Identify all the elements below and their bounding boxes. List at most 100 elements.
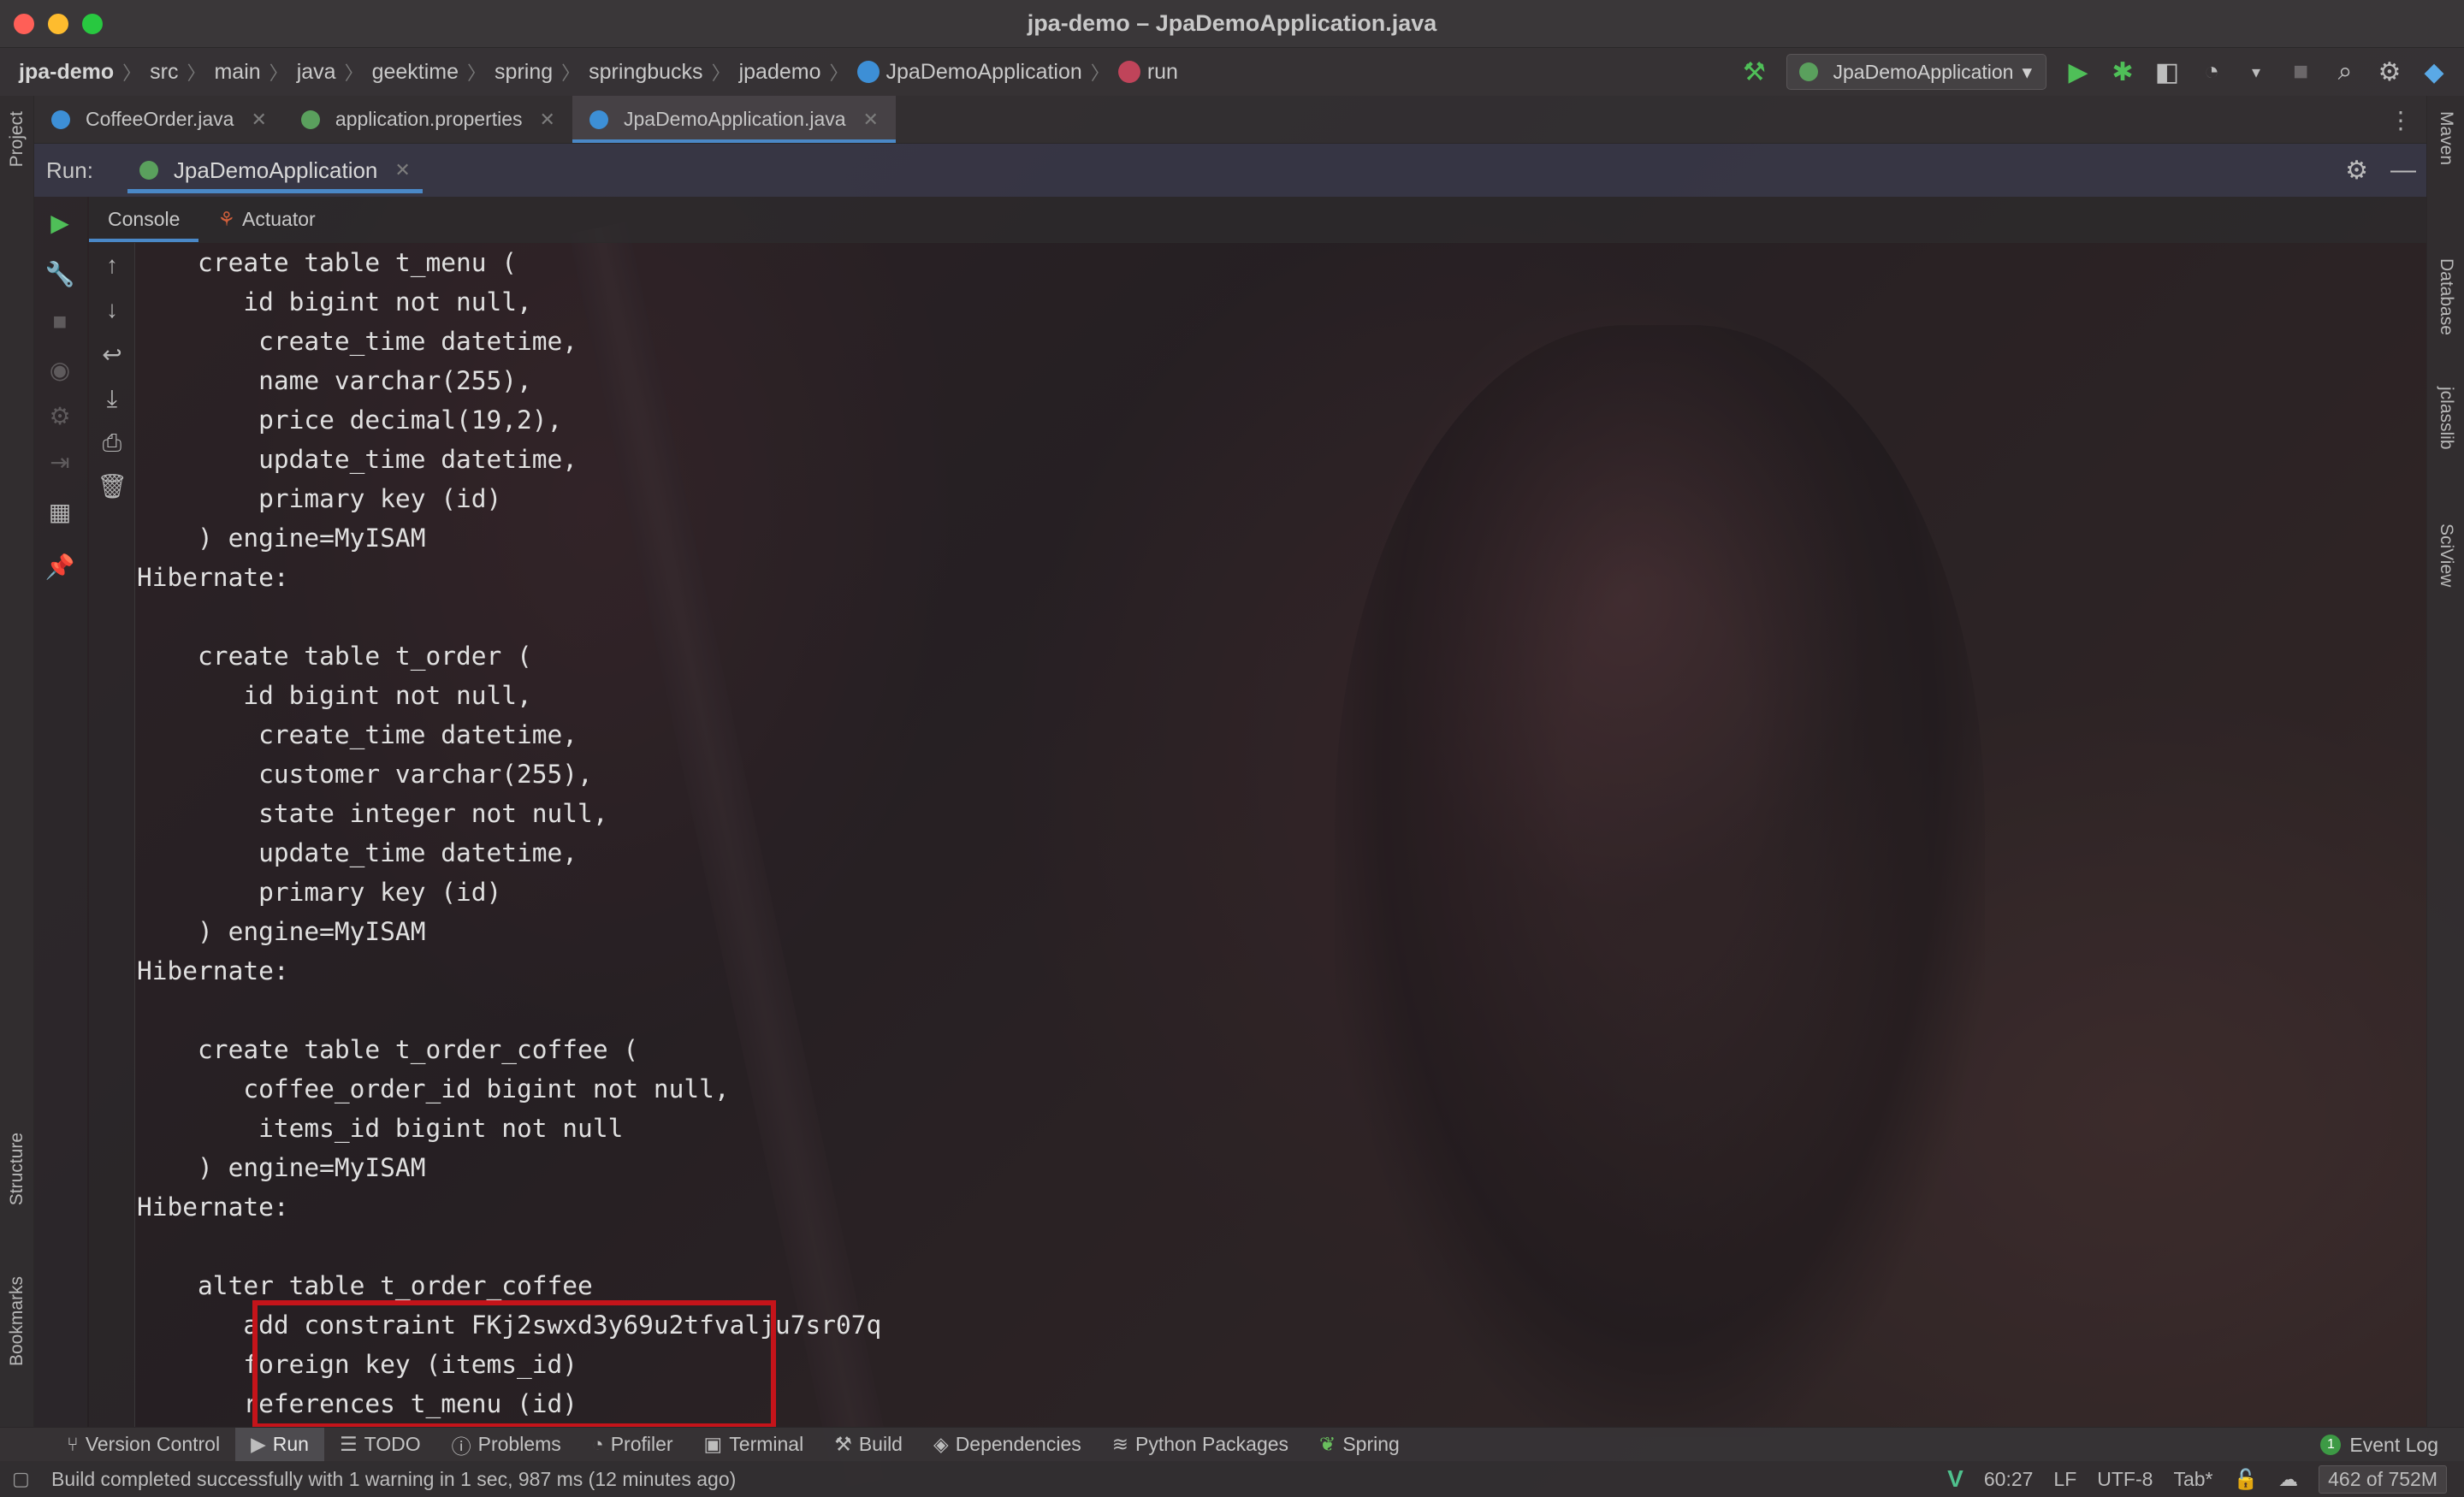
gear-icon[interactable]: ⚙ bbox=[43, 402, 77, 430]
line-separator[interactable]: LF bbox=[2053, 1468, 2076, 1491]
tool-python-packages[interactable]: ≋ Python Packages bbox=[1097, 1428, 1304, 1462]
tab-actuator[interactable]: ⚘ Actuator bbox=[198, 197, 334, 242]
run-icon[interactable]: ▶ bbox=[2065, 57, 2091, 87]
breadcrumb-item[interactable]: spring bbox=[495, 60, 553, 85]
indent-setting[interactable]: Tab* bbox=[2173, 1468, 2212, 1491]
run-tab-jpademoapplication[interactable]: JpaDemoApplication ✕ bbox=[127, 144, 423, 197]
file-encoding[interactable]: UTF-8 bbox=[2097, 1468, 2153, 1491]
console-output[interactable]: create table t_menu ( id bigint not null… bbox=[137, 243, 2426, 1427]
gear-icon[interactable]: ⚙ bbox=[2377, 57, 2402, 87]
close-icon[interactable]: ✕ bbox=[540, 109, 555, 131]
search-icon[interactable]: ⌕ bbox=[2332, 57, 2358, 86]
chevron-right-icon: 〉 bbox=[711, 62, 731, 84]
event-log-button[interactable]: 1 Event Log bbox=[2320, 1428, 2438, 1462]
tool-problems[interactable]: ⓘ Problems bbox=[436, 1428, 577, 1462]
breadcrumb-item[interactable]: java bbox=[297, 60, 336, 85]
tool-dependencies[interactable]: ◈ Dependencies bbox=[918, 1428, 1097, 1462]
soft-wrap-icon[interactable]: ↩ bbox=[95, 340, 129, 369]
tab-label: Actuator bbox=[242, 208, 316, 230]
console-line: coffee_order_id bigint not null, bbox=[137, 1074, 730, 1104]
caret-position[interactable]: 60:27 bbox=[1984, 1468, 2034, 1491]
tool-build[interactable]: ⚒ Build bbox=[819, 1428, 918, 1462]
info-icon: ⓘ bbox=[451, 1435, 471, 1458]
console-line: Hibernate: bbox=[137, 1192, 305, 1222]
tool-label: Terminal bbox=[729, 1433, 804, 1455]
sciview-tool-window[interactable]: SciView bbox=[2436, 524, 2456, 587]
breadcrumb-project[interactable]: jpa-demo bbox=[19, 60, 114, 85]
run-configuration-select[interactable]: JpaDemoApplication ▾ bbox=[1786, 54, 2046, 90]
tab-label: JpaDemoApplication.java bbox=[623, 108, 846, 130]
console-line: price decimal(19,2), bbox=[137, 405, 563, 435]
breadcrumb-item[interactable]: JpaDemoApplication bbox=[886, 60, 1082, 85]
layout-icon[interactable]: ▦ bbox=[43, 498, 77, 526]
structure-tool-window[interactable]: Structure bbox=[7, 1133, 27, 1205]
list-icon: ☰ bbox=[339, 1433, 358, 1455]
tab-jpademoapplication-java[interactable]: JpaDemoApplication.java ✕ bbox=[572, 96, 896, 143]
minimize-icon[interactable]: — bbox=[2390, 156, 2416, 185]
more-vertical-icon[interactable]: ⋮ bbox=[2389, 106, 2413, 134]
vue-icon: V bbox=[1947, 1465, 1964, 1492]
tool-window-bar: ⑂ Version Control ▶ Run ☰ TODO ⓘ Problem… bbox=[0, 1427, 2464, 1462]
tool-terminal[interactable]: ▣ Terminal bbox=[689, 1428, 820, 1462]
tool-todo[interactable]: ☰ TODO bbox=[324, 1428, 436, 1462]
camera-icon[interactable]: ◉ bbox=[43, 356, 77, 384]
stop-icon[interactable]: ■ bbox=[43, 308, 77, 335]
minimize-window-button[interactable] bbox=[48, 14, 68, 34]
hammer-icon: ⚒ bbox=[834, 1433, 852, 1455]
exit-icon[interactable]: ⇥ bbox=[43, 448, 77, 476]
breadcrumb-item[interactable]: geektime bbox=[372, 60, 459, 85]
memory-indicator[interactable]: 462 of 752M bbox=[2319, 1464, 2447, 1494]
console-line: items_id bigint not null bbox=[137, 1114, 624, 1143]
tool-profiler[interactable]: ◔ Profiler bbox=[577, 1428, 689, 1462]
more-run-options-icon[interactable]: ▾ bbox=[2243, 62, 2269, 83]
breadcrumb-item[interactable]: run bbox=[1147, 60, 1178, 85]
inspection-icon[interactable]: ☁ bbox=[2278, 1468, 2298, 1491]
close-icon[interactable]: ✕ bbox=[394, 159, 410, 181]
arrow-down-icon[interactable]: ↓ bbox=[95, 296, 129, 323]
project-tool-window[interactable]: Project bbox=[7, 111, 27, 167]
trash-icon[interactable]: 🗑 bbox=[95, 472, 129, 500]
console-line: id bigint not null, bbox=[137, 287, 532, 317]
bookmarks-tool-window[interactable]: Bookmarks bbox=[7, 1276, 27, 1366]
tool-run[interactable]: ▶ Run bbox=[235, 1427, 324, 1462]
chevron-right-icon: 〉 bbox=[829, 62, 849, 84]
breadcrumb-item[interactable]: springbucks bbox=[589, 60, 702, 85]
chevron-right-icon: 〉 bbox=[561, 62, 581, 84]
tool-version-control[interactable]: ⑂ Version Control bbox=[51, 1428, 235, 1462]
arrow-up-icon[interactable]: ↑ bbox=[95, 251, 129, 279]
breadcrumb-item[interactable]: src bbox=[150, 60, 178, 85]
close-window-button[interactable] bbox=[14, 14, 34, 34]
profile-icon[interactable]: ◔ bbox=[2199, 57, 2224, 86]
debug-bug-icon[interactable]: ✱ bbox=[2110, 57, 2135, 87]
tool-spring[interactable]: ❦ Spring bbox=[1304, 1428, 1415, 1462]
gear-icon[interactable]: ⚙ bbox=[2345, 156, 2368, 186]
build-hammer-icon[interactable]: ⚒ bbox=[1742, 57, 1768, 87]
breadcrumb-item[interactable]: jpademo bbox=[739, 60, 821, 85]
database-tool-window[interactable]: Database bbox=[2436, 258, 2456, 335]
coverage-icon[interactable]: ◧ bbox=[2154, 57, 2180, 87]
toggle-panels-icon[interactable]: ▢ bbox=[12, 1468, 30, 1490]
tab-application-properties[interactable]: application.properties ✕ bbox=[284, 96, 572, 143]
rerun-icon[interactable]: ▶ bbox=[43, 209, 77, 237]
tab-console[interactable]: Console bbox=[89, 197, 199, 242]
print-icon[interactable]: ⎙ bbox=[95, 429, 129, 458]
status-message[interactable]: Build completed successfully with 1 warn… bbox=[51, 1468, 736, 1491]
lock-icon[interactable]: 🔓 bbox=[2233, 1468, 2258, 1491]
zoom-window-button[interactable] bbox=[82, 14, 103, 34]
breadcrumb-item[interactable]: main bbox=[214, 60, 260, 85]
left-tool-strip: Project Structure Bookmarks bbox=[0, 96, 34, 1427]
console-line: Hibernate: bbox=[137, 563, 305, 592]
toolbox-logo-icon[interactable]: ◆ bbox=[2421, 57, 2447, 87]
run-toolbar: ⚒ JpaDemoApplication ▾ ▶ ✱ ◧ ◔ ▾ ■ ⌕ ⚙ ◆ bbox=[1742, 48, 2448, 96]
pin-icon[interactable]: 📌 bbox=[43, 553, 77, 581]
tab-coffeeorder-java[interactable]: CoffeeOrder.java ✕ bbox=[34, 96, 284, 143]
wrench-icon[interactable]: 🔧 bbox=[43, 260, 77, 288]
scroll-to-end-icon[interactable]: ⤓ bbox=[95, 385, 129, 413]
jclasslib-tool-window[interactable]: jclasslib bbox=[2436, 387, 2456, 450]
run-configuration-label: JpaDemoApplication bbox=[1833, 60, 2014, 83]
tool-label: Dependencies bbox=[955, 1433, 1081, 1455]
close-icon[interactable]: ✕ bbox=[251, 109, 266, 131]
maven-tool-window[interactable]: Maven bbox=[2436, 111, 2456, 165]
stop-icon[interactable]: ■ bbox=[2288, 57, 2313, 86]
close-icon[interactable]: ✕ bbox=[863, 109, 879, 131]
